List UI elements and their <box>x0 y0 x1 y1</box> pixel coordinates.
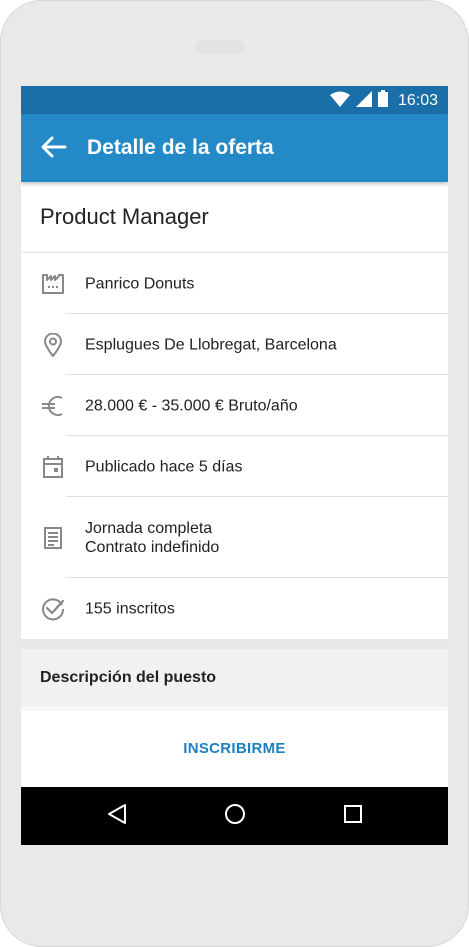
recents-square-icon <box>343 804 363 829</box>
page-title: Detalle de la oferta <box>87 136 274 159</box>
location-text: Esplugues De Llobregat, Barcelona <box>85 336 337 353</box>
offer-content: Product Manager Panrico Donuts Esplugues… <box>21 182 448 707</box>
euro-icon <box>40 393 66 419</box>
detail-row-published: Publicado hace 5 días <box>21 436 448 497</box>
applicants-count: 155 inscritos <box>85 600 175 617</box>
section-separator <box>21 639 448 649</box>
company-name: Panrico Donuts <box>85 275 195 292</box>
wifi-icon <box>329 91 350 112</box>
status-time: 16:03 <box>397 92 438 109</box>
document-icon <box>40 525 66 551</box>
home-circle-icon <box>224 803 246 830</box>
description-heading[interactable]: Descripción del puesto <box>21 649 448 707</box>
detail-row-salary: 28.000 € - 35.000 € Bruto/año <box>21 375 448 436</box>
published-text: Publicado hace 5 días <box>85 458 243 475</box>
working-hours: Jornada completa <box>85 519 213 537</box>
detail-row-applicants: 155 inscritos <box>21 578 448 639</box>
speaker-grille <box>195 40 245 54</box>
system-nav-bar <box>21 787 448 845</box>
job-title: Product Manager <box>21 182 448 253</box>
calendar-icon <box>40 454 66 480</box>
arrow-back-icon <box>41 136 67 163</box>
nav-recents-button[interactable] <box>341 804 365 828</box>
location-pin-icon <box>40 332 66 358</box>
phone-frame: 16:03 Detalle de la oferta Product Manag… <box>0 0 469 947</box>
status-bar: 16:03 <box>21 86 448 114</box>
app-bar: Detalle de la oferta <box>21 114 448 182</box>
screen: 16:03 Detalle de la oferta Product Manag… <box>21 86 448 845</box>
action-bar: INSCRIBIRME <box>21 710 448 787</box>
battery-icon <box>377 90 388 112</box>
apply-button[interactable]: INSCRIBIRME <box>177 739 291 758</box>
contract-text: Jornada completa Contrato indefinido <box>85 519 219 557</box>
contract-type: Contrato indefinido <box>85 538 220 556</box>
signal-icon <box>355 90 372 112</box>
nav-back-button[interactable] <box>105 803 129 830</box>
detail-row-contract: Jornada completa Contrato indefinido <box>21 497 448 578</box>
salary-text: 28.000 € - 35.000 € Bruto/año <box>85 397 298 414</box>
detail-row-company: Panrico Donuts <box>21 253 448 314</box>
back-button[interactable] <box>39 134 69 164</box>
nav-home-button[interactable] <box>223 803 247 830</box>
factory-icon <box>40 271 66 297</box>
back-triangle-icon <box>107 803 127 830</box>
detail-row-location: Esplugues De Llobregat, Barcelona <box>21 314 448 375</box>
check-circle-icon <box>40 596 66 622</box>
